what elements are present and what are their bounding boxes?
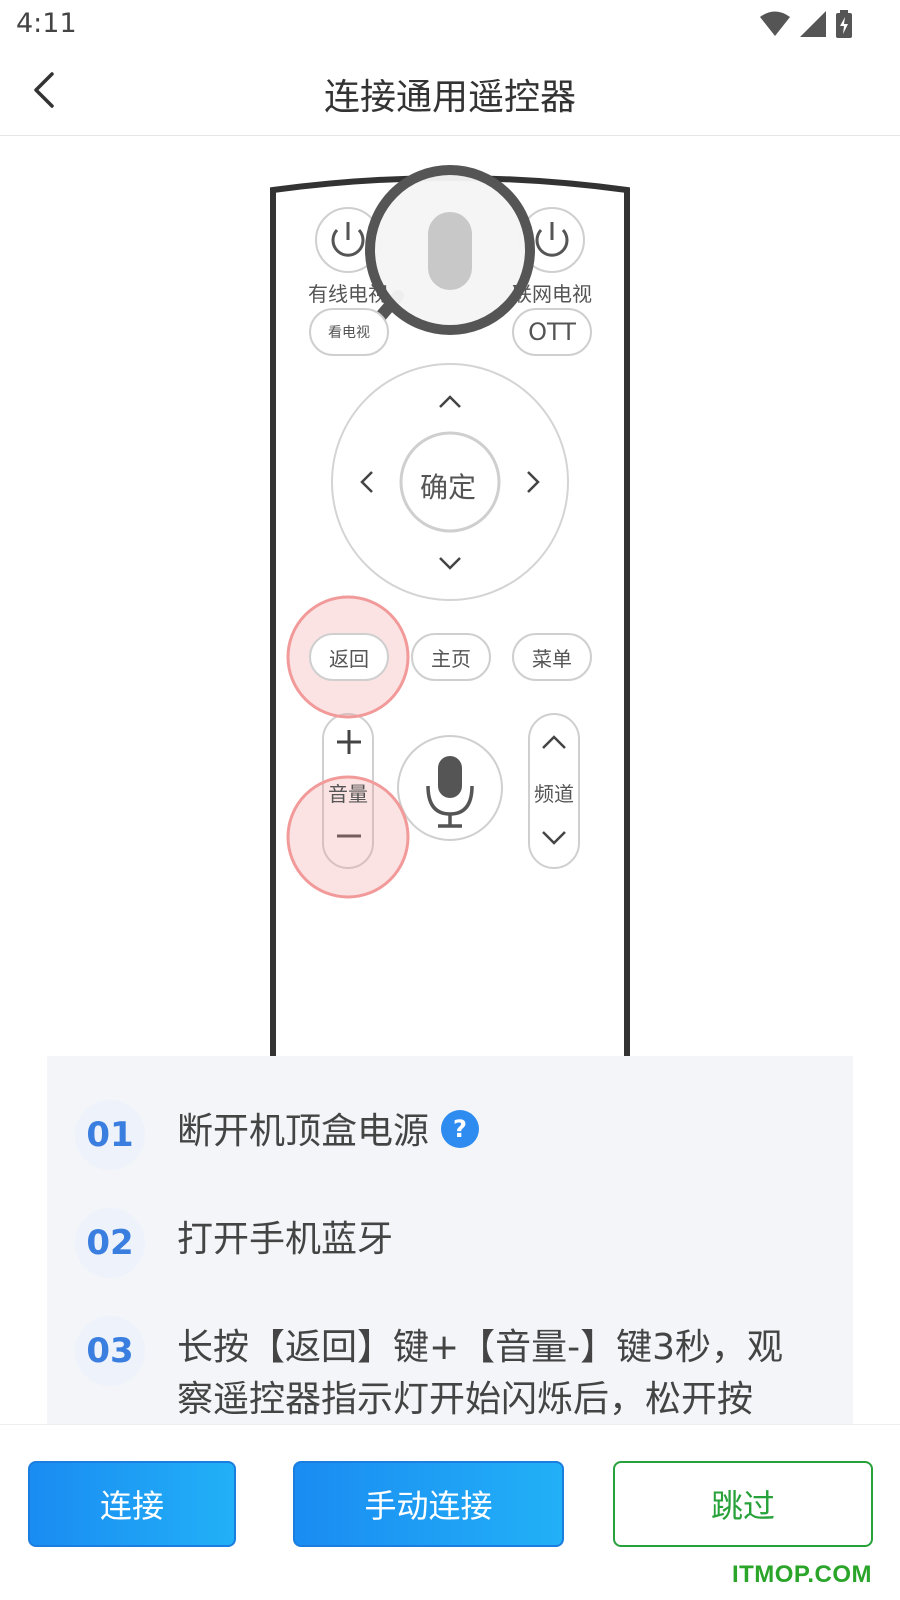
channel-label: 频道 [534, 782, 574, 806]
remote-svg [270, 165, 630, 1056]
step-text: 断开机顶盒电源? [177, 1106, 817, 1158]
step-text: 长按【返回】键+【音量-】键3秒，观察遥控器指示灯开始闪烁后，松开按 [177, 1327, 784, 1420]
step-1: 01 断开机顶盒电源? [75, 1100, 833, 1180]
signal-icon [800, 11, 826, 37]
left-power-label: 有线电视 [308, 282, 388, 306]
connect-button[interactable]: 连接 [28, 1461, 236, 1547]
back-label: 返回 [329, 646, 369, 671]
status-time: 4:11 [16, 8, 77, 39]
menu-label: 菜单 [532, 646, 572, 671]
right-power-label: 联网电视 [512, 282, 592, 306]
ott-label: OTT [528, 318, 576, 346]
volume-label: 音量 [328, 782, 368, 806]
skip-button[interactable]: 跳过 [613, 1461, 873, 1547]
ok-label: 确定 [420, 471, 477, 504]
tv-button-label: 看电视 [328, 325, 370, 341]
step-text: 打开手机蓝牙 [177, 1219, 394, 1260]
wifi-icon [760, 11, 790, 36]
home-button: 主页 [411, 633, 491, 681]
remote-illustration: 有线电视 联网电视 看电视 OTT 确定 返回 主页 菜单 音量 频道 [0, 136, 900, 1056]
battery-icon [836, 10, 852, 38]
help-icon[interactable]: ? [441, 1110, 480, 1148]
header: 连接通用遥控器 [0, 48, 900, 136]
home-label: 主页 [431, 646, 471, 671]
status-bar: 4:11 [0, 0, 900, 48]
bottom-bar: 连接 手动连接 跳过 ITMOP.COM [0, 1424, 900, 1600]
step-text-content: 断开机顶盒电源 [177, 1111, 430, 1152]
step-number: 02 [75, 1208, 145, 1278]
back-button: 返回 [309, 633, 389, 681]
page-title: 连接通用遥控器 [323, 77, 576, 118]
step-number: 01 [75, 1100, 145, 1170]
steps-panel: 01 断开机顶盒电源? 02 打开手机蓝牙 03 长按【返回】键+【音量-】键3… [47, 1056, 853, 1426]
step-number: 03 [75, 1316, 145, 1386]
manual-connect-button[interactable]: 手动连接 [293, 1461, 564, 1547]
menu-button: 菜单 [512, 633, 592, 681]
step-3: 03 长按【返回】键+【音量-】键3秒，观察遥控器指示灯开始闪烁后，松开按 [75, 1316, 833, 1426]
step-2: 02 打开手机蓝牙 [75, 1208, 833, 1288]
watermark: ITMOP.COM [731, 1561, 872, 1588]
ott-button: OTT [512, 308, 592, 356]
tv-button: 看电视 [309, 308, 389, 356]
